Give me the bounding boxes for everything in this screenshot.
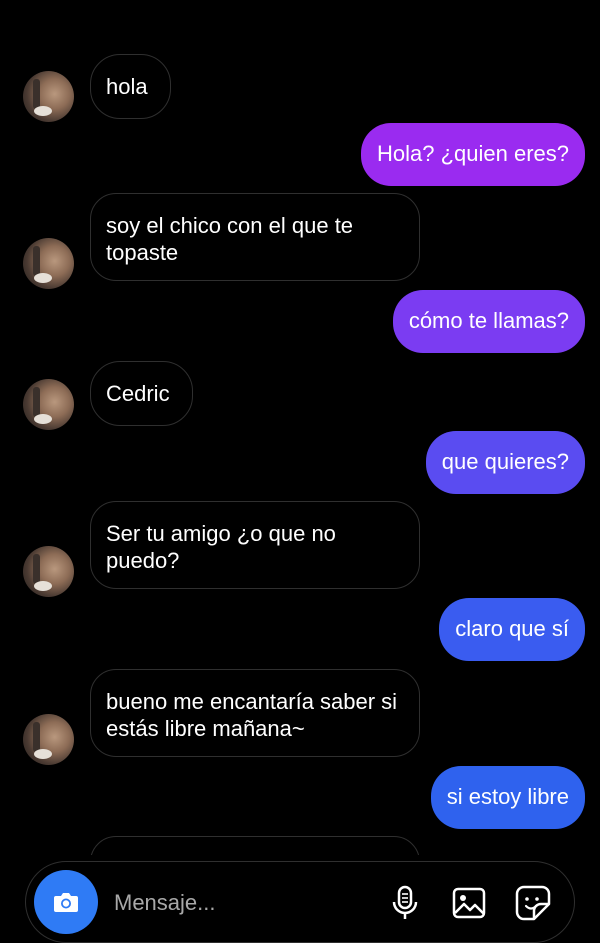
message-thread[interactable]: hola Hola? ¿quien eres? soy el chico con… (0, 0, 600, 855)
message-input[interactable] (114, 888, 374, 918)
outgoing-message-bubble[interactable]: cómo te llamas? (392, 290, 585, 353)
sticker-button[interactable] (514, 884, 552, 922)
outgoing-message-bubble[interactable]: que quieres? (425, 431, 585, 494)
microphone-button[interactable] (386, 884, 424, 922)
microphone-icon (392, 885, 418, 919)
outgoing-message-bubble[interactable]: si estoy libre (430, 766, 585, 829)
incoming-message-bubble[interactable]: bueno me encantaría saber si estás libre… (90, 669, 420, 757)
message-composer (25, 861, 575, 943)
avatar[interactable] (23, 546, 74, 597)
avatar[interactable] (23, 71, 74, 122)
camera-button[interactable] (34, 870, 98, 934)
gallery-button[interactable] (450, 884, 488, 922)
incoming-message-bubble[interactable]: Cedric (90, 361, 193, 426)
incoming-message-bubble[interactable]: Ser tu amigo ¿o que no puedo? (90, 501, 420, 589)
incoming-message-bubble-partial[interactable] (90, 836, 420, 855)
gallery-icon (452, 887, 486, 919)
avatar[interactable] (23, 379, 74, 430)
sticker-icon (515, 885, 551, 921)
avatar[interactable] (23, 238, 74, 289)
outgoing-message-bubble[interactable]: claro que sí (439, 598, 585, 661)
avatar[interactable] (23, 714, 74, 765)
outgoing-message-bubble[interactable]: Hola? ¿quien eres? (360, 123, 585, 186)
incoming-message-bubble[interactable]: soy el chico con el que te topaste (90, 193, 420, 281)
incoming-message-bubble[interactable]: hola (90, 54, 171, 119)
camera-icon (54, 893, 78, 912)
